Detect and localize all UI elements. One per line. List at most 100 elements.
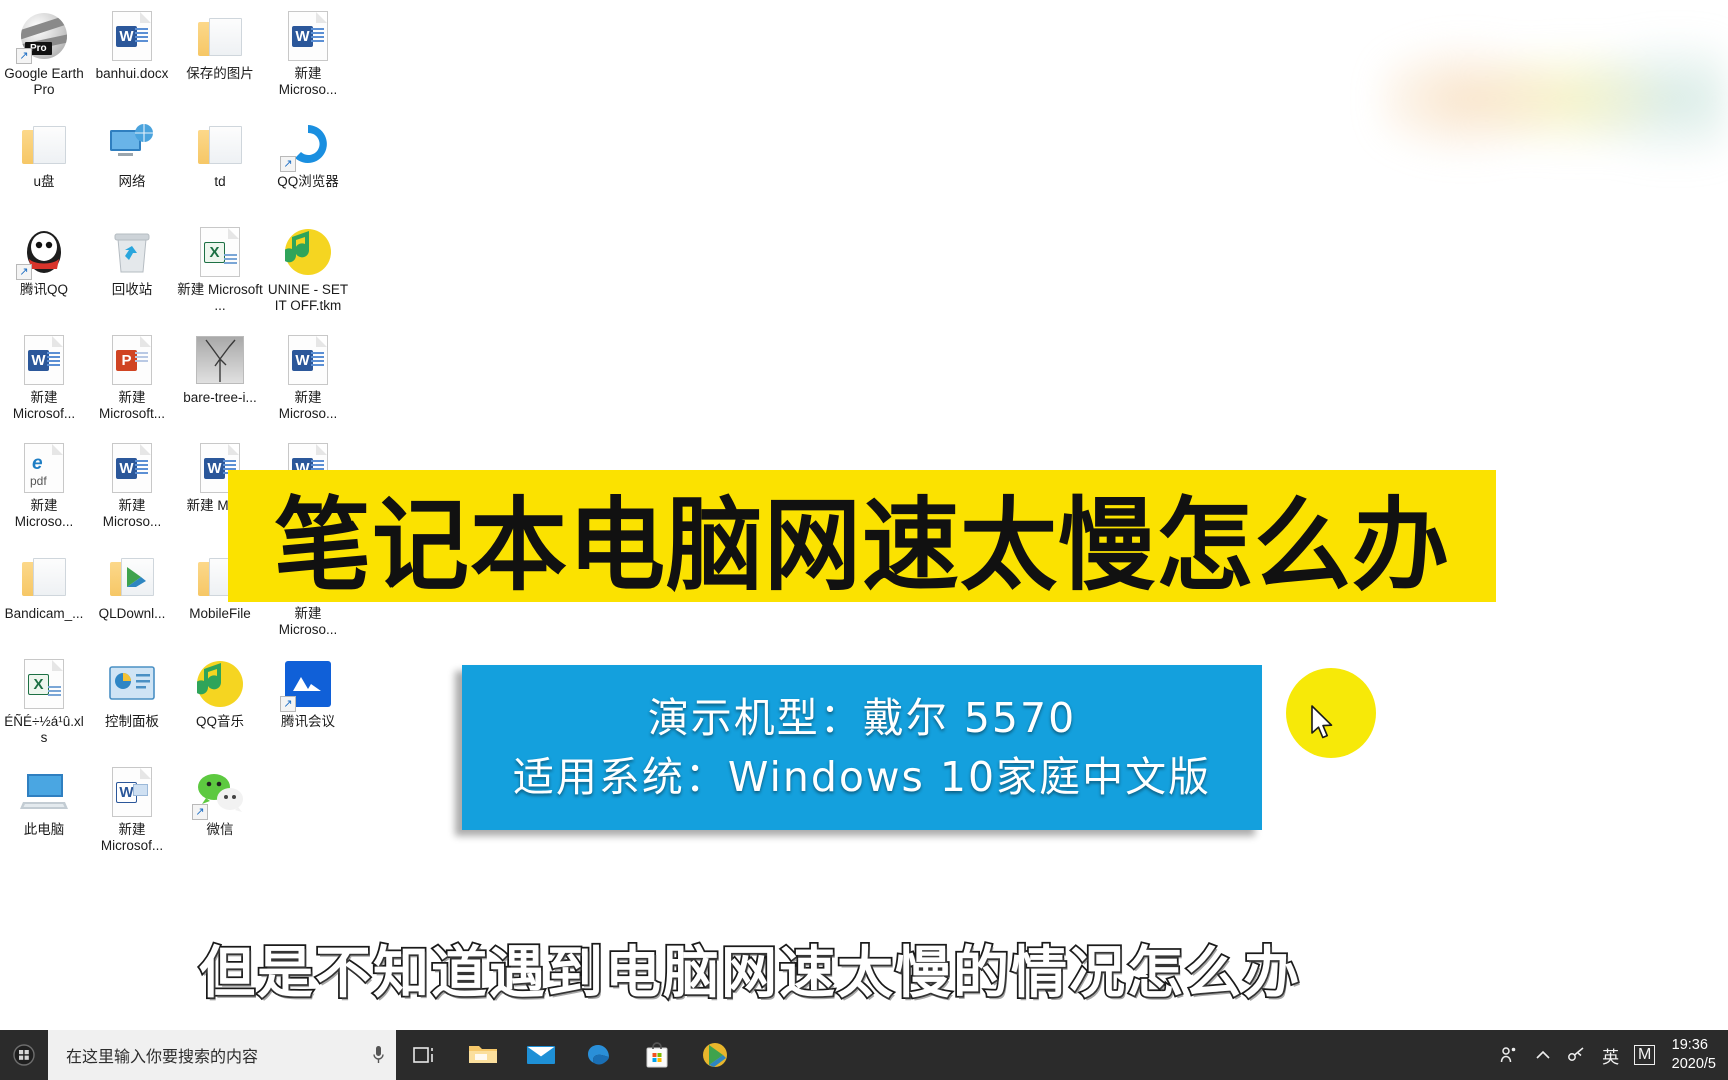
desktop-icon[interactable]: bare-tree-i... — [176, 328, 264, 436]
powerpoint-document-icon: P — [106, 334, 158, 386]
title-banner: 笔记本电脑网速太慢怎么办 — [228, 470, 1496, 604]
search-input[interactable]: 在这里输入你要搜索的内容 — [66, 1043, 371, 1067]
desktop-icon[interactable]: 控制面板 — [88, 652, 176, 760]
desktop-icon[interactable]: X 新建 Microsoft ... — [176, 220, 264, 328]
desktop-icon[interactable]: ↗ 腾讯QQ — [0, 220, 88, 328]
desktop-icon[interactable]: ↗ 腾讯会议 — [264, 652, 352, 760]
taskbar-clock[interactable]: 19:36 2020/5 — [1662, 1030, 1722, 1080]
desktop-icon-label: UNINE - SET IT OFF.tkm — [267, 282, 349, 313]
word-document-glyph: W — [24, 335, 64, 385]
desktop-icon-label: 保存的图片 — [186, 66, 254, 81]
tencent-qq-icon: ↗ — [16, 226, 70, 280]
blurred-watermark — [1378, 0, 1728, 180]
word-document-icon: W — [106, 442, 158, 494]
desktop-icon-label: 微信 — [206, 822, 234, 837]
desktop-icon-label: Google Earth Pro — [4, 66, 84, 97]
recycle-bin-glyph — [114, 233, 150, 273]
desktop-icon[interactable]: W 新建 Microso... — [264, 328, 352, 436]
mail-icon[interactable] — [512, 1030, 570, 1080]
task-view-icon[interactable] — [396, 1030, 454, 1080]
desktop-icon[interactable]: W 新建 Microsof... — [88, 760, 176, 868]
file-explorer-glyph — [469, 1046, 497, 1063]
show-hidden-icons-chevron[interactable] — [1526, 1030, 1560, 1080]
start-button[interactable] — [0, 1030, 48, 1080]
desktop-icon-label: ÉÑÉ÷½á¹û.xls — [4, 714, 84, 745]
microsoft-store-icon[interactable] — [628, 1030, 686, 1080]
excel-document-icon: X — [194, 226, 246, 278]
qq-music-icon — [194, 658, 246, 710]
edge-glyph — [588, 1045, 609, 1065]
image-thumbnail-icon — [194, 334, 246, 386]
desktop-icon[interactable]: 网络 — [88, 112, 176, 220]
desktop-icon-label: 网络 — [118, 174, 146, 189]
folder-glyph — [198, 16, 242, 56]
word-document-icon: W — [282, 10, 334, 62]
desktop-icon[interactable]: 回收站 — [88, 220, 176, 328]
ime-mode-indicator[interactable]: M — [1628, 1030, 1662, 1080]
desktop-icon[interactable]: Wbanhui.docx — [88, 4, 176, 112]
google-earth-pro-icon: Pro ↗ — [16, 10, 70, 64]
desktop-icon[interactable]: QQ音乐 — [176, 652, 264, 760]
word-document-glyph: W — [288, 11, 328, 61]
microphone-icon[interactable] — [371, 1044, 386, 1066]
desktop-icon-label: QLDownl... — [98, 606, 166, 621]
desktop-icon[interactable]: 保存的图片 — [176, 4, 264, 112]
qq-music-glyph — [194, 661, 243, 707]
desktop-icon[interactable]: 此电脑 — [0, 760, 88, 868]
desktop-icon-label: bare-tree-i... — [183, 390, 257, 405]
folder-glyph — [22, 124, 66, 164]
image-thumbnail-glyph — [196, 336, 244, 384]
desktop-icon[interactable]: ↗ 微信 — [176, 760, 264, 868]
desktop-icon-grid: Pro ↗ Google Earth Pro Wbanhui.docx 保存的图片 W 新建… — [0, 4, 352, 868]
desktop-icon[interactable]: W 新建 Microsof... — [0, 328, 88, 436]
file-explorer-icon[interactable] — [454, 1030, 512, 1080]
word-document-glyph: W — [288, 335, 328, 385]
desktop-icon-label: banhui.docx — [95, 66, 169, 81]
desktop-icon-label: 新建 Microsoft... — [98, 390, 165, 421]
desktop-icon-label: 腾讯会议 — [281, 714, 335, 729]
clock-date: 2020/5 — [1671, 1056, 1716, 1072]
pdf-document-glyph: e pdf — [24, 443, 64, 493]
folder-glyph — [198, 124, 242, 164]
folder-icon — [106, 550, 158, 602]
desktop-icon-label: 新建 Microso... — [278, 66, 338, 97]
network-tray-icon[interactable] — [1560, 1030, 1594, 1080]
desktop-icon[interactable]: W 新建 Microso... — [264, 4, 352, 112]
desktop-icon[interactable]: P 新建 Microsoft... — [88, 328, 176, 436]
play-store-icon[interactable] — [686, 1030, 744, 1080]
this-pc-glyph — [20, 774, 68, 809]
ime-language-indicator[interactable]: 英 — [1594, 1030, 1628, 1080]
desktop-icon-label: 新建 Microsoft ... — [177, 282, 263, 313]
control-panel-glyph — [109, 666, 155, 700]
desktop-icon[interactable]: X ÉÑÉ÷½á¹û.xls — [0, 652, 88, 760]
desktop-icon[interactable]: ↗ QQ浏览器 — [264, 112, 352, 220]
powerpoint-document-glyph: P — [112, 335, 152, 385]
desktop-icon[interactable]: UNINE - SET IT OFF.tkm — [264, 220, 352, 328]
pdf-document-icon: e pdf — [18, 442, 70, 494]
task-view-glyph — [413, 1047, 433, 1063]
desktop-icon-label: 此电脑 — [23, 822, 65, 837]
desktop-icon-label: 回收站 — [111, 282, 153, 297]
people-icon[interactable] — [1492, 1030, 1526, 1080]
mouse-cursor-icon — [1311, 705, 1333, 739]
desktop-icon[interactable]: td — [176, 112, 264, 220]
desktop-icon[interactable]: QLDownl... — [88, 544, 176, 652]
desktop-icon-label: 新建 Microso... — [278, 390, 338, 421]
desktop-icon[interactable]: e pdf 新建 Microso... — [0, 436, 88, 544]
network-icon — [106, 118, 158, 170]
desktop-icon[interactable]: Bandicam_... — [0, 544, 88, 652]
desktop-icon[interactable]: u盘 — [0, 112, 88, 220]
desktop-icon-label: 新建 Microsof... — [12, 390, 76, 421]
edge-browser-icon[interactable] — [570, 1030, 628, 1080]
desktop-icon[interactable]: Pro ↗ Google Earth Pro — [0, 4, 88, 112]
desktop-icon-label: 新建 Microso... — [278, 606, 338, 637]
taskbar-search-box[interactable]: 在这里输入你要搜索的内容 — [48, 1030, 396, 1080]
shortcut-arrow-icon: ↗ — [16, 264, 32, 280]
desktop-icon-label: 新建 Microso... — [14, 498, 74, 529]
play-glyph — [703, 1043, 727, 1067]
mail-glyph — [526, 1046, 556, 1064]
desktop-icon-label: 腾讯QQ — [19, 282, 68, 297]
network-glyph — [110, 124, 153, 156]
shortcut-arrow-icon: ↗ — [16, 48, 32, 64]
desktop-icon[interactable]: W 新建 Microso... — [88, 436, 176, 544]
